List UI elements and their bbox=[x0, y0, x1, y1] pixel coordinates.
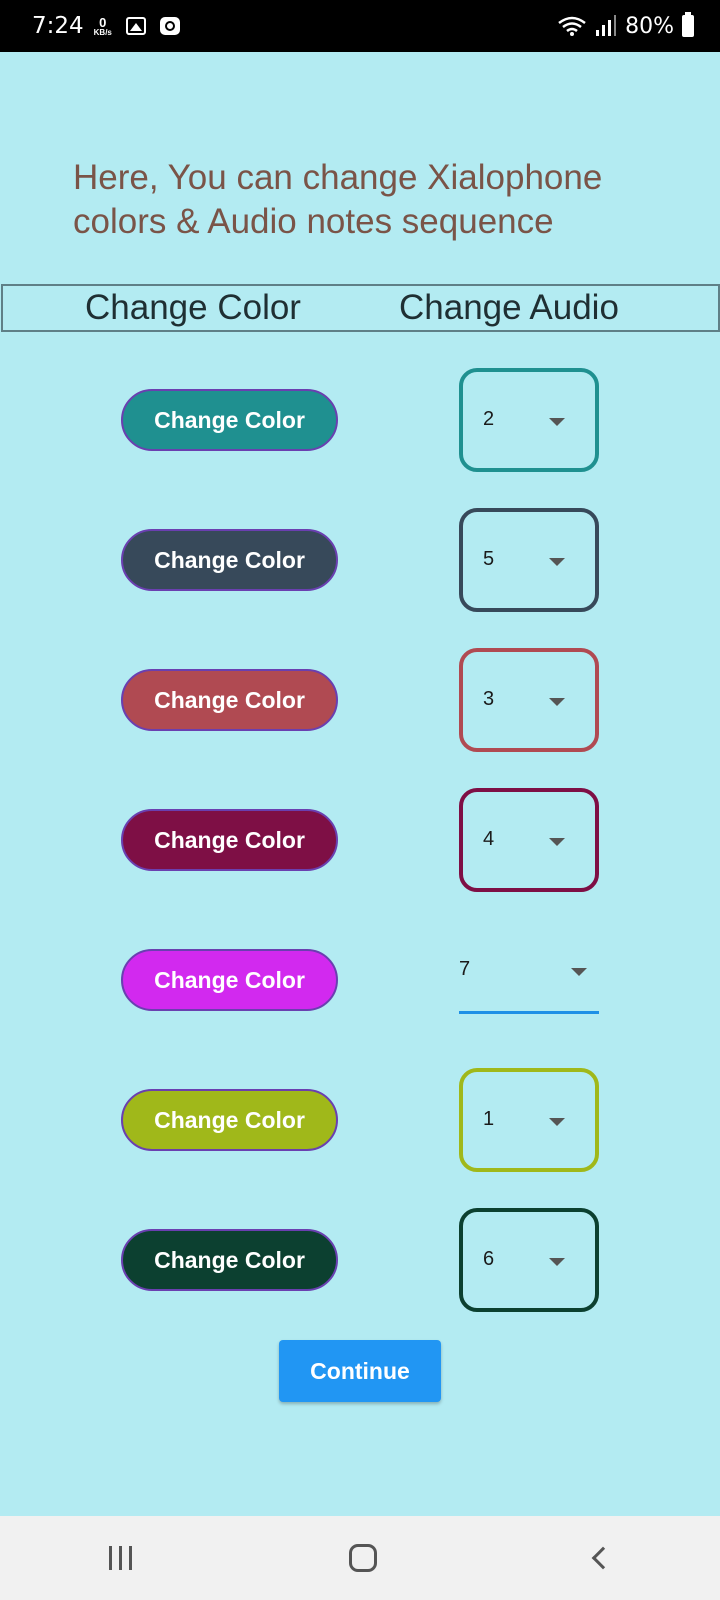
continue-button[interactable]: Continue bbox=[279, 1340, 441, 1402]
recents-icon[interactable] bbox=[108, 1546, 132, 1570]
network-speed-value: 0 bbox=[99, 14, 107, 30]
dropdown-arrow-icon bbox=[549, 558, 565, 566]
clock-icon bbox=[159, 17, 180, 35]
battery-icon bbox=[682, 12, 694, 37]
network-speed-unit: KB/s bbox=[93, 27, 112, 37]
dropdown-arrow-icon bbox=[549, 838, 565, 846]
status-right: 80% bbox=[557, 12, 694, 39]
audio-dropdown-4[interactable]: 4 bbox=[459, 788, 599, 892]
dropdown-arrow-icon bbox=[571, 968, 587, 976]
audio-dropdown-value: 7 bbox=[459, 958, 471, 980]
audio-dropdown-value: 1 bbox=[483, 1108, 495, 1130]
signal-icon bbox=[596, 15, 617, 36]
audio-dropdown-1[interactable]: 2 bbox=[459, 368, 599, 472]
audio-dropdown-value: 6 bbox=[483, 1248, 495, 1270]
audio-dropdown-2[interactable]: 5 bbox=[459, 508, 599, 612]
audio-dropdown-value: 3 bbox=[483, 688, 495, 710]
system-nav-bar bbox=[0, 1516, 720, 1600]
table-header: Change Color Change Audio bbox=[1, 284, 720, 332]
change-color-button-3[interactable]: Change Color bbox=[121, 669, 338, 731]
change-color-button-1[interactable]: Change Color bbox=[121, 389, 338, 451]
dropdown-arrow-icon bbox=[549, 1118, 565, 1126]
back-icon[interactable] bbox=[591, 1546, 615, 1570]
header-change-color: Change Color bbox=[85, 288, 301, 327]
change-color-button-7[interactable]: Change Color bbox=[121, 1229, 338, 1291]
status-left: 7:24 0 KB/s bbox=[32, 13, 180, 39]
dropdown-arrow-icon bbox=[549, 418, 565, 426]
network-speed: 0 KB/s bbox=[94, 16, 112, 37]
dropdown-arrow-icon bbox=[549, 1258, 565, 1266]
battery-percent: 80% bbox=[625, 13, 674, 39]
audio-dropdown-value: 4 bbox=[483, 828, 495, 850]
dropdown-arrow-icon bbox=[549, 698, 565, 706]
change-color-button-5[interactable]: Change Color bbox=[121, 949, 338, 1011]
page-heading: Here, You can change Xialophone colors &… bbox=[73, 158, 603, 241]
audio-dropdown-value: 5 bbox=[483, 548, 495, 570]
audio-dropdown-6[interactable]: 1 bbox=[459, 1068, 599, 1172]
header-change-audio: Change Audio bbox=[399, 288, 619, 327]
status-bar: 7:24 0 KB/s 80% bbox=[0, 0, 720, 52]
change-color-button-4[interactable]: Change Color bbox=[121, 809, 338, 871]
status-time: 7:24 bbox=[32, 13, 84, 39]
audio-dropdown-5[interactable]: 7 bbox=[459, 950, 599, 1014]
audio-dropdown-7[interactable]: 6 bbox=[459, 1208, 599, 1312]
audio-dropdown-3[interactable]: 3 bbox=[459, 648, 599, 752]
change-color-button-6[interactable]: Change Color bbox=[121, 1089, 338, 1151]
audio-dropdown-value: 2 bbox=[483, 408, 495, 430]
home-icon[interactable] bbox=[349, 1544, 378, 1572]
wifi-icon bbox=[558, 16, 586, 36]
image-icon bbox=[125, 17, 146, 35]
change-color-button-2[interactable]: Change Color bbox=[121, 529, 338, 591]
